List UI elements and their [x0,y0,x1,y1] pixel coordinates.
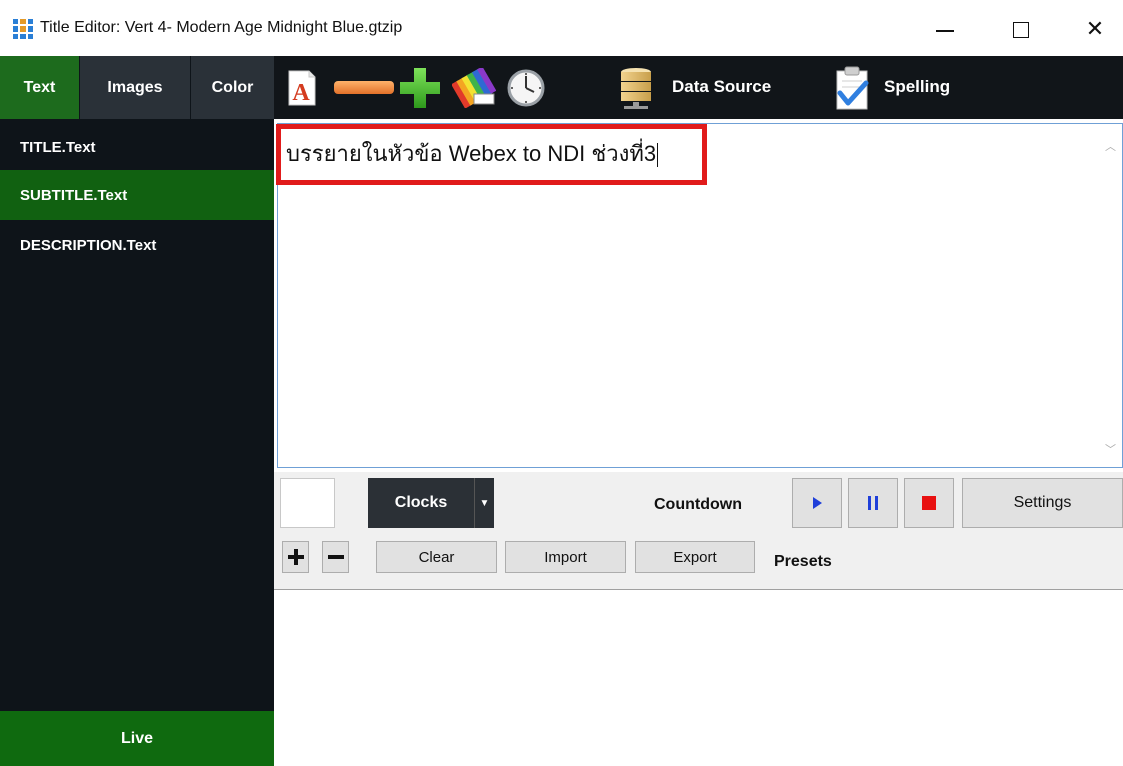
app-icon [13,19,33,39]
editor-text-value: บรรยายในหัวข้อ Webex to NDI ช่วงที่3 [286,141,657,166]
maximize-button[interactable] [998,12,1044,48]
maximize-icon [1013,22,1029,38]
live-button[interactable]: Live [0,711,274,766]
toolbar: A Data Source Spelling [274,56,1123,119]
minus-icon [327,555,344,559]
presets-list[interactable] [274,590,1123,766]
window-title: Title Editor: Vert 4- Modern Age Midnigh… [40,19,403,36]
plus-icon [287,549,304,565]
dropdown-arrow-icon[interactable]: ▼ [474,478,494,528]
clear-button[interactable]: Clear [376,541,497,573]
clock-icon[interactable] [504,66,548,110]
export-button[interactable]: Export [635,541,755,573]
pause-icon [868,496,878,510]
text-editor[interactable]: บรรยายในหัวข้อ Webex to NDI ช่วงที่3 ︿ ﹀ [277,123,1123,468]
pause-button[interactable] [848,478,898,528]
editor-text-content[interactable]: บรรยายในหัวข้อ Webex to NDI ช่วงที่3 [286,136,659,171]
countdown-label: Countdown [654,496,742,513]
svg-text:A: A [292,80,310,106]
stop-button[interactable] [904,478,954,528]
remove-preset-button[interactable] [322,541,349,573]
tab-images[interactable]: Images [80,56,191,119]
title-bar: Title Editor: Vert 4- Modern Age Midnigh… [0,0,1123,56]
scroll-down-arrow-icon[interactable]: ﹀ [1105,441,1116,457]
left-panel: Text Images Color TITLE.Text SUBTITLE.Te… [0,56,274,766]
spelling-button[interactable]: Spelling [884,77,950,97]
settings-button[interactable]: Settings [962,478,1123,528]
database-icon[interactable] [616,66,656,110]
layer-item-subtitle[interactable]: SUBTITLE.Text [0,170,274,220]
panel-tabs: Text Images Color [0,56,274,119]
add-icon[interactable] [396,66,444,110]
tab-color[interactable]: Color [191,56,274,119]
close-button[interactable]: ✕ [1072,12,1118,48]
title-editor-window: Title Editor: Vert 4- Modern Age Midnigh… [0,0,1123,766]
minimize-button[interactable] [922,12,968,48]
data-source-button[interactable]: Data Source [672,77,771,97]
close-icon: ✕ [1085,17,1105,42]
play-icon [813,497,822,509]
presets-row: Clear Import Export Presets [274,534,1123,590]
clock-controls-row: Clocks ▼ Countdown Settings [274,472,1123,534]
stop-icon [922,496,936,510]
presets-label: Presets [774,553,832,570]
font-icon[interactable]: A [284,66,320,110]
minimize-icon [936,30,954,32]
scroll-up-arrow-icon[interactable]: ︿ [1105,138,1116,154]
color-palette-icon[interactable] [450,66,498,110]
remove-icon[interactable] [332,66,396,110]
import-button[interactable]: Import [505,541,626,573]
clocks-dropdown[interactable]: Clocks [368,478,474,528]
play-button[interactable] [792,478,842,528]
tab-text[interactable]: Text [0,56,80,119]
spelling-icon[interactable] [832,66,872,110]
color-swatch[interactable] [280,478,335,528]
layer-item-description[interactable]: DESCRIPTION.Text [0,220,274,270]
text-caret [657,143,659,168]
add-preset-button[interactable] [282,541,309,573]
layer-item-title[interactable]: TITLE.Text [0,122,274,172]
